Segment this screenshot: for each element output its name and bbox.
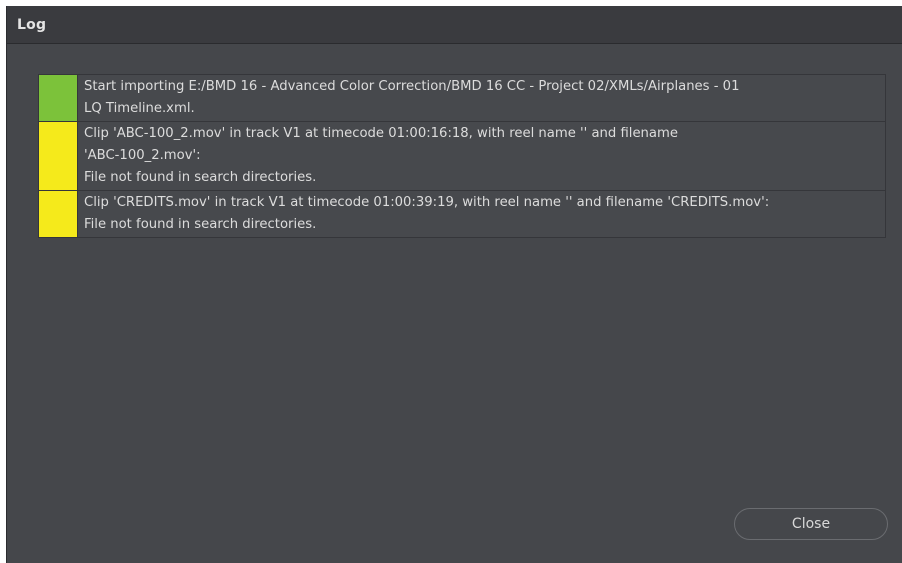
window-title: Log	[17, 16, 47, 33]
log-entry-text: Clip 'CREDITS.mov' in track V1 at timeco…	[77, 191, 885, 237]
severity-info-marker	[39, 75, 77, 121]
log-window: Log Start importing E:/BMD 16 - Advanced…	[6, 6, 902, 563]
log-entry-text: Clip 'ABC-100_2.mov' in track V1 at time…	[77, 122, 885, 190]
log-entry[interactable]: Clip 'ABC-100_2.mov' in track V1 at time…	[38, 121, 886, 190]
log-entry-text: Start importing E:/BMD 16 - Advanced Col…	[77, 75, 885, 121]
close-button[interactable]: Close	[734, 508, 888, 540]
severity-warning-marker	[39, 122, 77, 190]
title-bar: Log	[7, 6, 902, 44]
severity-warning-marker	[39, 191, 77, 237]
log-entry[interactable]: Start importing E:/BMD 16 - Advanced Col…	[38, 74, 886, 121]
log-list: Start importing E:/BMD 16 - Advanced Col…	[38, 74, 886, 238]
log-entry[interactable]: Clip 'CREDITS.mov' in track V1 at timeco…	[38, 190, 886, 238]
